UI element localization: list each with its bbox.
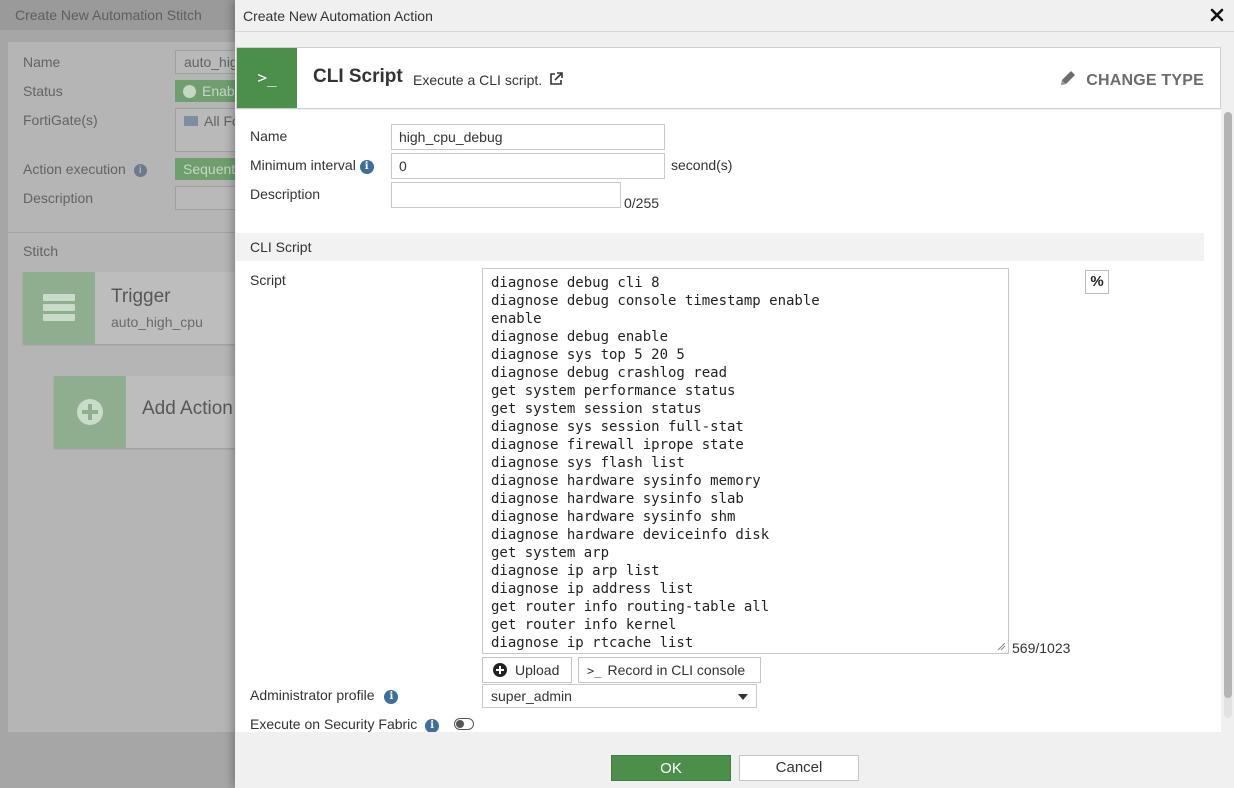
script-line: diagnose ip address list: [491, 581, 694, 597]
record-in-cli-console-button[interactable]: >_ Record in CLI console: [578, 657, 761, 683]
background-title: Create New Automation Stitch: [0, 0, 240, 30]
bg-status-label: Status: [23, 83, 63, 99]
name-label: Name: [250, 128, 288, 144]
script-line: get router info kernel: [491, 617, 677, 633]
dialog-header: Create New Automation Action: [235, 0, 1234, 32]
info-icon[interactable]: i: [359, 160, 374, 174]
trigger-title: Trigger: [111, 286, 171, 307]
pencil-icon: [1061, 71, 1076, 85]
script-line: diagnose hardware sysinfo shm: [491, 509, 736, 525]
script-line: diagnose debug console timestamp enable: [491, 293, 820, 309]
cancel-button[interactable]: Cancel: [739, 755, 859, 781]
upload-button[interactable]: Upload: [482, 657, 572, 683]
info-icon[interactable]: i: [425, 719, 440, 732]
trigger-card: Trigger auto_high_cpu: [23, 272, 240, 344]
vertical-scrollbar[interactable]: [1224, 112, 1232, 718]
name-input[interactable]: [391, 124, 665, 150]
upload-label: Upload: [515, 662, 560, 678]
check-circle-icon: [183, 85, 196, 98]
bg-action-execution-text: Action execution: [23, 161, 126, 177]
dialog-title: Create New Automation Action: [243, 8, 433, 24]
bg-description-label: Description: [23, 190, 94, 206]
bg-action-execution-label: Action execution i: [23, 161, 147, 177]
script-line: get system session status: [491, 401, 702, 417]
script-textarea[interactable]: diagnose debug cli 8 diagnose debug conso…: [482, 268, 1009, 654]
script-line: get system performance status: [491, 383, 736, 399]
script-line: diagnose ip arp list: [491, 563, 660, 579]
info-icon[interactable]: i: [384, 690, 399, 704]
admin-profile-text: Administrator profile: [250, 687, 375, 703]
description-label: Description: [250, 186, 321, 202]
plus-circle-icon: [493, 663, 507, 677]
add-action-card: Add Action: [54, 376, 240, 448]
script-line: diagnose sys top 5 20 5: [491, 347, 685, 363]
toggle-knob: [456, 720, 464, 728]
action-type-description-text: Execute a CLI script.: [413, 72, 543, 88]
script-line: diagnose ip rtcache list: [491, 635, 694, 651]
min-interval-unit: second(s): [671, 157, 733, 173]
trigger-icon: [23, 272, 95, 344]
action-type-name: CLI Script: [313, 66, 403, 87]
bg-divider: [8, 232, 240, 233]
script-line: diagnose debug cli 8: [491, 275, 660, 291]
script-char-count: 569/1023: [1012, 640, 1071, 656]
script-line: diagnose debug crashlog read: [491, 365, 728, 381]
admin-profile-label: Administrator profile i: [250, 687, 399, 704]
terminal-icon: >_: [237, 48, 297, 108]
admin-profile-select[interactable]: super_admin: [482, 684, 757, 708]
terminal-icon: >_: [587, 664, 602, 678]
min-interval-input[interactable]: [391, 153, 665, 179]
bg-stitch-label: Stitch: [23, 243, 59, 259]
plus-circle-icon: [54, 376, 126, 448]
script-content: diagnose debug cli 8 diagnose debug conso…: [491, 274, 1008, 652]
bg-fortigates-label: FortiGate(s): [23, 112, 98, 128]
admin-profile-value: super_admin: [491, 688, 572, 704]
min-interval-label: Minimum interval i: [250, 157, 374, 174]
add-action-label: Add Action: [142, 398, 233, 419]
background-stitch-editor: Create New Automation Stitch Name auto_h…: [0, 0, 245, 788]
resize-grip-icon[interactable]: [997, 642, 1006, 651]
action-type-description[interactable]: Execute a CLI script.: [413, 72, 563, 88]
description-textarea[interactable]: [391, 182, 621, 208]
dialog-footer: OK Cancel: [235, 748, 1234, 788]
close-icon[interactable]: [1208, 6, 1226, 24]
external-link-icon: [550, 72, 563, 85]
chevron-down-icon: [738, 694, 748, 700]
trigger-subtitle: auto_high_cpu: [111, 314, 203, 330]
change-type-button[interactable]: CHANGE TYPE: [1058, 68, 1204, 90]
script-line: diagnose hardware sysinfo memory: [491, 473, 761, 489]
script-line: diagnose sys session full-stat: [491, 419, 744, 435]
fortigate-icon: [184, 116, 198, 126]
execute-fabric-toggle[interactable]: [454, 718, 474, 730]
min-interval-text: Minimum interval: [250, 157, 356, 173]
dialog-form: Name Minimum interval i second(s) Descri…: [236, 110, 1221, 732]
background-panel: Name auto_high_cpu Status Enabled FortiG…: [8, 42, 245, 732]
cli-script-section-header: CLI Script: [236, 233, 1204, 261]
script-line: diagnose firewall iprope state: [491, 437, 744, 453]
ok-button[interactable]: OK: [611, 755, 731, 781]
execute-fabric-text: Execute on Security Fabric: [250, 716, 418, 732]
change-type-label: CHANGE TYPE: [1086, 72, 1204, 89]
scrollbar-thumb[interactable]: [1224, 112, 1232, 698]
script-line: get router info routing-table all: [491, 599, 770, 615]
record-label: Record in CLI console: [607, 662, 746, 678]
info-icon: i: [133, 164, 147, 177]
script-line: diagnose debug enable: [491, 329, 669, 345]
script-line: diagnose hardware deviceinfo disk: [491, 527, 770, 543]
script-line: diagnose sys flash list: [491, 455, 685, 471]
script-label: Script: [250, 272, 286, 288]
script-line: enable: [491, 311, 542, 327]
cli-script-section-title: CLI Script: [250, 239, 312, 255]
execute-fabric-label: Execute on Security Fabric i: [250, 716, 440, 732]
bg-name-label: Name: [23, 54, 61, 70]
script-line: diagnose hardware sysinfo slab: [491, 491, 744, 507]
action-type-bar: >_ CLI Script Execute a CLI script. CHAN…: [236, 47, 1221, 109]
create-automation-action-dialog: Create New Automation Action >_ CLI Scri…: [235, 0, 1234, 788]
description-char-count: 0/255: [624, 195, 660, 211]
script-line: get system arp: [491, 545, 610, 561]
percent-variable-button[interactable]: %: [1085, 270, 1109, 294]
